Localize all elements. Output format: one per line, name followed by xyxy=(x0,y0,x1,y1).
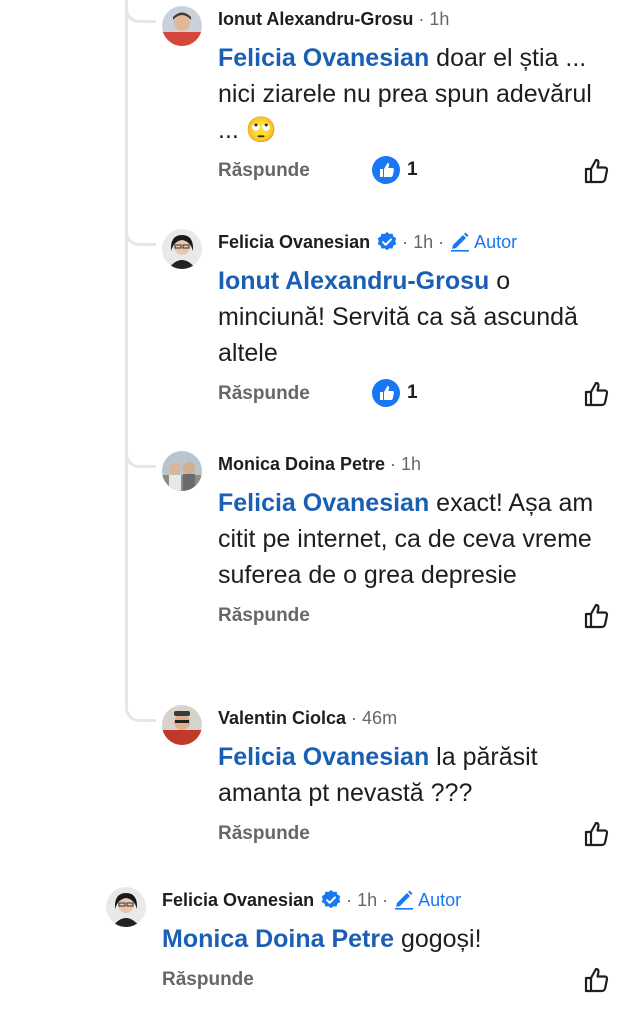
comment: Monica Doina Petre · 1h Felicia Ovanesia… xyxy=(162,451,634,681)
author-tag: Autor xyxy=(449,232,517,253)
reaction-count: 1 xyxy=(407,382,418,403)
reaction-count: 1 xyxy=(407,159,418,180)
thumbs-up-icon[interactable] xyxy=(582,156,612,191)
reply-button[interactable]: Răspunde xyxy=(162,969,254,991)
comment-actions: Răspunde 1 xyxy=(218,379,634,411)
reply-button[interactable]: Răspunde xyxy=(218,823,310,845)
comment: Valentin Ciolca · 46m Felicia Ovanesian … xyxy=(162,705,634,865)
author-tag: Autor xyxy=(393,890,461,911)
avatar[interactable] xyxy=(162,229,202,269)
thumbs-up-icon[interactable] xyxy=(582,601,612,636)
mention-link[interactable]: Felicia Ovanesian xyxy=(218,743,429,771)
author-tag-label: Autor xyxy=(418,889,462,910)
comment-text: Ionut Alexandru-Grosu o minciună! Servit… xyxy=(218,263,618,371)
verified-badge-icon xyxy=(377,232,397,252)
comment-header: Felicia Ovanesian · 1h · Autor xyxy=(162,889,462,911)
comment: Felicia Ovanesian · 1h · Autor Ionut Ale… xyxy=(162,229,634,429)
verified-badge-icon xyxy=(321,890,341,910)
timestamp[interactable]: 46m xyxy=(362,708,397,729)
comment: Felicia Ovanesian · 1h · Autor Monica Do… xyxy=(106,887,634,1024)
reaction-summary[interactable]: 1 xyxy=(372,379,418,407)
thread-line xyxy=(125,0,128,705)
comment-actions: Răspunde xyxy=(218,819,634,851)
comment-header: Felicia Ovanesian · 1h · Autor xyxy=(218,231,518,253)
avatar[interactable] xyxy=(106,887,146,927)
timestamp[interactable]: 1h xyxy=(357,890,377,911)
thumbs-up-icon[interactable] xyxy=(582,819,612,854)
reply-button[interactable]: Răspunde xyxy=(218,383,310,405)
pencil-icon xyxy=(395,890,414,910)
mention-link[interactable]: Felicia Ovanesian xyxy=(218,489,429,517)
comment-text: Felicia Ovanesian doar el știa ... nici … xyxy=(218,40,618,148)
reply-button[interactable]: Răspunde xyxy=(218,160,310,182)
thread-connector xyxy=(125,699,156,722)
comment-text: Monica Doina Petre gogoși! xyxy=(162,921,562,957)
thumbs-up-icon[interactable] xyxy=(582,379,612,414)
timestamp[interactable]: 1h xyxy=(429,9,449,30)
author-name[interactable]: Felicia Ovanesian xyxy=(162,890,314,911)
comment-text: Felicia Ovanesian la părăsit amanta pt n… xyxy=(218,739,618,811)
avatar[interactable] xyxy=(162,6,202,46)
avatar[interactable] xyxy=(162,451,202,491)
comment-header: Valentin Ciolca · 46m xyxy=(218,707,398,729)
comment-header: Monica Doina Petre · 1h xyxy=(218,453,422,475)
reply-button[interactable]: Răspunde xyxy=(218,605,310,627)
comment-actions: Răspunde xyxy=(162,965,634,997)
reaction-summary[interactable]: 1 xyxy=(372,156,418,184)
thread-connector xyxy=(125,0,156,23)
avatar[interactable] xyxy=(162,705,202,745)
thumbs-up-icon[interactable] xyxy=(582,965,612,1000)
author-name[interactable]: Valentin Ciolca xyxy=(218,708,346,729)
thread-connector xyxy=(125,445,156,468)
timestamp[interactable]: 1h xyxy=(401,454,421,475)
like-reaction-icon xyxy=(372,379,400,407)
like-reaction-icon xyxy=(372,156,400,184)
comment-actions: Răspunde 1 xyxy=(218,156,634,188)
mention-link[interactable]: Felicia Ovanesian xyxy=(218,44,429,72)
author-name[interactable]: Ionut Alexandru-Grosu xyxy=(218,9,413,30)
comment-text: Felicia Ovanesian exact! Așa am citit pe… xyxy=(218,485,618,593)
author-name[interactable]: Monica Doina Petre xyxy=(218,454,385,475)
author-tag-label: Autor xyxy=(474,231,518,252)
mention-link[interactable]: Monica Doina Petre xyxy=(162,925,394,953)
timestamp[interactable]: 1h xyxy=(413,232,433,253)
comment: Ionut Alexandru-Grosu · 1h Felicia Ovane… xyxy=(162,6,634,206)
comment-header: Ionut Alexandru-Grosu · 1h xyxy=(218,8,450,30)
comment-actions: Răspunde xyxy=(218,601,634,633)
comment-body: gogoși! xyxy=(394,925,482,953)
thread-connector xyxy=(125,223,156,246)
pencil-icon xyxy=(451,232,470,252)
author-name[interactable]: Felicia Ovanesian xyxy=(218,232,370,253)
mention-link[interactable]: Ionut Alexandru-Grosu xyxy=(218,267,489,295)
